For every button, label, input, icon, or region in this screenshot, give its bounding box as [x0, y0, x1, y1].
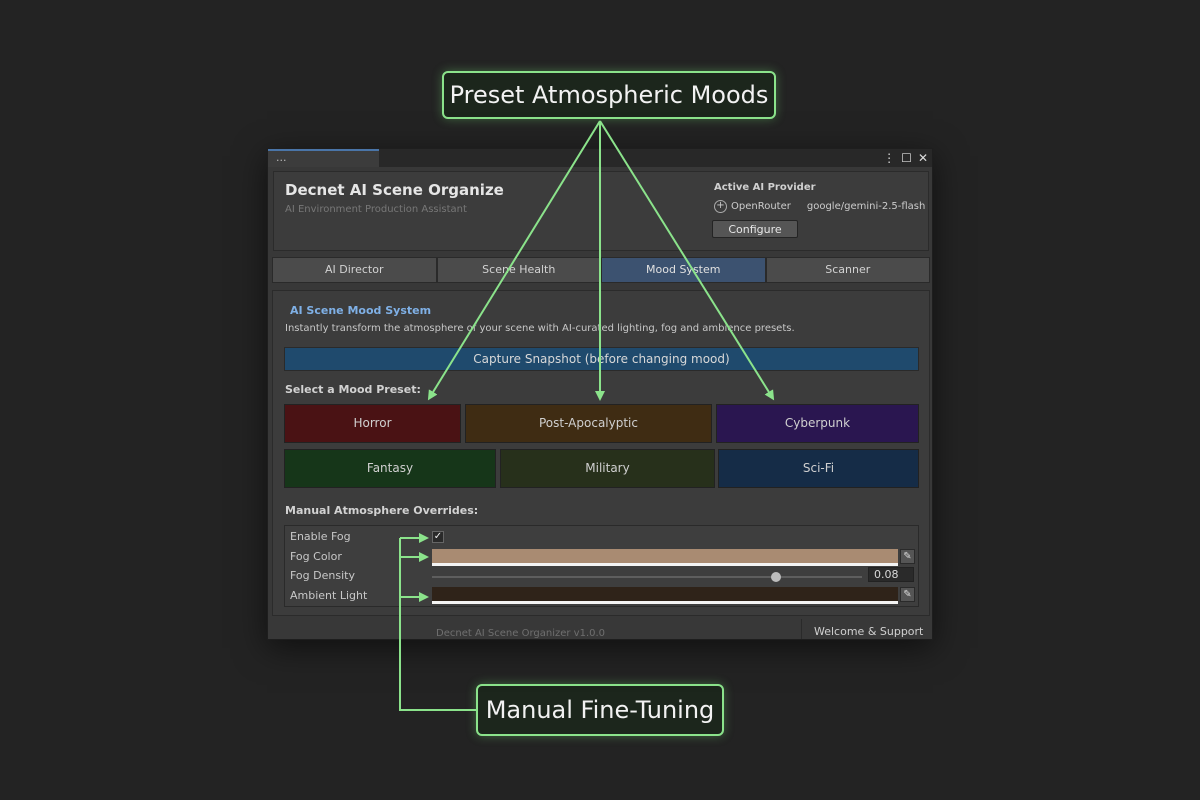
manual-tuning-connector — [399, 538, 476, 711]
annotation-arrows — [399, 120, 775, 711]
arrow-to-cyberpunk — [599, 120, 775, 401]
arrow-to-horror — [427, 120, 601, 401]
